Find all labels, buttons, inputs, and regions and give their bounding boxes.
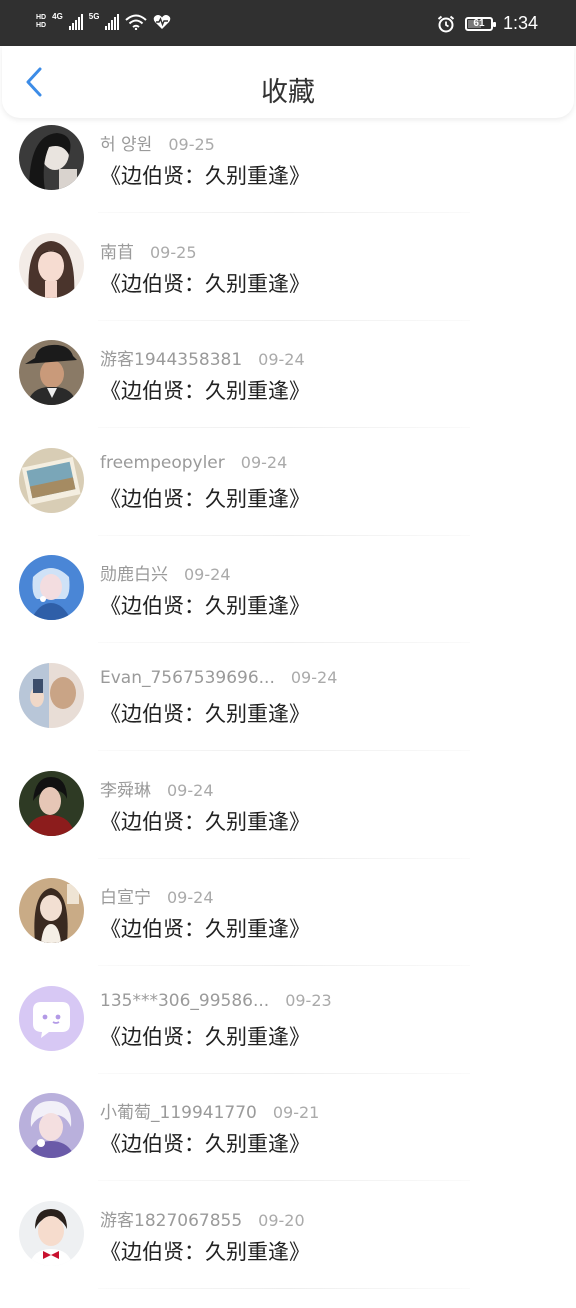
favorite-item[interactable]: 李舜琳 09-24 《边伯贤：久别重逢》 xyxy=(0,770,576,878)
user-name[interactable]: 游客1944358381 xyxy=(100,345,242,370)
user-name[interactable]: 游客1827067855 xyxy=(100,1206,242,1231)
avatar-red-portrait[interactable] xyxy=(19,770,84,836)
work-title[interactable]: 《边伯贤：久别重逢》 xyxy=(100,268,310,298)
work-title[interactable]: 《边伯贤：久别重逢》 xyxy=(100,1021,310,1051)
user-name[interactable]: 허 양원 xyxy=(100,130,152,155)
work-title[interactable]: 《边伯贤：久别重逢》 xyxy=(100,698,310,728)
favorite-meta: 南苜 09-25 xyxy=(100,238,197,263)
favorite-meta: 135***306_99586... 09-23 xyxy=(100,991,332,1011)
user-name[interactable]: 135***306_99586... xyxy=(100,991,269,1011)
status-right: 61 1:34 xyxy=(437,13,538,34)
favorite-item[interactable]: 游客1827067855 09-20 《边伯贤：久别重逢》 xyxy=(0,1200,576,1308)
avatar-default-chat[interactable] xyxy=(19,985,84,1051)
user-name[interactable]: Evan_7567539696... xyxy=(100,668,275,688)
wifi-icon xyxy=(125,14,148,30)
network-4g-label: 4G xyxy=(52,12,63,21)
status-indicators: HD HD 4G 5G xyxy=(36,12,171,30)
work-title[interactable]: 《边伯贤：久别重逢》 xyxy=(100,375,310,405)
favorite-meta: 白宣宁 09-24 xyxy=(100,883,214,908)
favorites-list: 허 양원 09-25 《边伯贤：久别重逢》 南苜 09-25 《边伯贤：久别重逢》 游客… xyxy=(0,124,576,1308)
favorite-item[interactable]: 勋鹿白兴 09-24 《边伯贤：久别重逢》 xyxy=(0,554,576,662)
favorite-date: 09-25 xyxy=(150,242,197,262)
favorite-date: 09-20 xyxy=(258,1210,305,1230)
nav-header: 收藏 xyxy=(2,46,574,118)
favorite-item[interactable]: 허 양원 09-25 《边伯贤：久别重逢》 xyxy=(0,124,576,232)
work-title[interactable]: 《边伯贤：久别重逢》 xyxy=(100,913,310,943)
favorite-item[interactable]: 小葡萄_119941770 09-21 《边伯贤：久别重逢》 xyxy=(0,1092,576,1200)
divider xyxy=(98,212,470,213)
favorite-meta: 小葡萄_119941770 09-21 xyxy=(100,1098,319,1123)
divider xyxy=(98,534,470,536)
signal-bars-icon xyxy=(68,14,83,30)
favorite-date: 09-24 xyxy=(184,565,231,585)
user-name[interactable]: 南苜 xyxy=(100,238,134,263)
divider xyxy=(98,642,470,644)
favorite-date: 09-25 xyxy=(168,135,215,154)
divider xyxy=(98,1287,470,1289)
favorite-date: 09-21 xyxy=(272,1103,320,1123)
favorite-date: 09-24 xyxy=(167,780,214,800)
favorite-date: 09-24 xyxy=(258,350,305,370)
avatar-beige-portrait[interactable] xyxy=(19,878,84,944)
favorite-item[interactable]: freempeopyler 09-24 《边伯贤：久别重逢》 xyxy=(0,447,576,555)
favorite-meta: 李舜琳 09-24 xyxy=(100,776,214,801)
favorite-meta: 허 양원 09-25 xyxy=(100,130,215,155)
divider xyxy=(98,1180,470,1182)
work-title[interactable]: 《边伯贤：久别重逢》 xyxy=(100,590,310,620)
divider xyxy=(98,1072,470,1074)
hd-icon: HD HD xyxy=(36,14,47,29)
avatar-couple[interactable] xyxy=(19,662,84,728)
divider xyxy=(98,749,470,751)
divider xyxy=(98,319,470,321)
favorite-meta: 游客1944358381 09-24 xyxy=(100,345,305,370)
work-title[interactable]: 《边伯贤：久别重逢》 xyxy=(100,1128,310,1158)
favorite-item[interactable]: Evan_7567539696... 09-24 《边伯贤：久别重逢》 xyxy=(0,662,576,770)
avatar-photo-frame[interactable] xyxy=(19,447,84,513)
battery-level: 61 xyxy=(473,18,485,29)
avatar-purple-portrait[interactable] xyxy=(19,1093,84,1159)
avatar-blue-stage[interactable] xyxy=(19,555,84,621)
heart-rate-icon xyxy=(154,15,171,29)
favorite-item[interactable]: 白宣宁 09-24 《边伯贤：久别重逢》 xyxy=(0,877,576,985)
work-title[interactable]: 《边伯贤：久别重逢》 xyxy=(100,160,310,190)
favorite-date: 09-24 xyxy=(290,667,338,687)
network-5g-label: 5G xyxy=(88,12,100,21)
favorite-meta: Evan_7567539696... 09-24 xyxy=(100,668,337,688)
battery-icon: 61 xyxy=(464,16,496,31)
favorite-date: 09-24 xyxy=(167,888,214,908)
divider xyxy=(98,965,470,967)
clock-time: 1:34 xyxy=(502,13,538,33)
avatar-girl-portrait[interactable] xyxy=(19,232,84,298)
signal-bars-icon xyxy=(105,14,120,30)
divider xyxy=(98,857,470,859)
status-bar: HD HD 4G 5G 61 1:34 xyxy=(0,0,576,46)
user-name[interactable]: 李舜琳 xyxy=(100,776,151,801)
divider xyxy=(98,427,470,429)
work-title[interactable]: 《边伯贤：久别重逢》 xyxy=(100,806,310,836)
favorite-item[interactable]: 游客1944358381 09-24 《边伯贤：久别重逢》 xyxy=(0,339,576,447)
work-title[interactable]: 《边伯贤：久别重逢》 xyxy=(100,483,310,513)
avatar-dark-portrait[interactable] xyxy=(19,125,84,190)
alarm-clock-icon xyxy=(437,15,455,32)
avatar-man-hat[interactable] xyxy=(19,340,84,406)
favorite-meta: 勋鹿白兴 09-24 xyxy=(100,560,231,585)
favorite-date: 09-24 xyxy=(240,452,288,472)
user-name[interactable]: 勋鹿白兴 xyxy=(100,560,168,585)
favorite-date: 09-23 xyxy=(285,990,332,1010)
work-title[interactable]: 《边伯贤：久别重逢》 xyxy=(100,1236,310,1266)
user-name[interactable]: 小葡萄_119941770 xyxy=(100,1098,257,1123)
page-title: 收藏 xyxy=(261,77,315,108)
avatar-child-portrait[interactable] xyxy=(19,1200,84,1266)
user-name[interactable]: 白宣宁 xyxy=(100,883,151,908)
favorite-meta: freempeopyler 09-24 xyxy=(100,453,287,473)
favorite-item[interactable]: 南苜 09-25 《边伯贤：久别重逢》 xyxy=(0,232,576,340)
favorite-meta: 游客1827067855 09-20 xyxy=(100,1206,305,1231)
user-name[interactable]: freempeopyler xyxy=(100,453,225,473)
favorite-item[interactable]: 135***306_99586... 09-23 《边伯贤：久别重逢》 xyxy=(0,985,576,1093)
